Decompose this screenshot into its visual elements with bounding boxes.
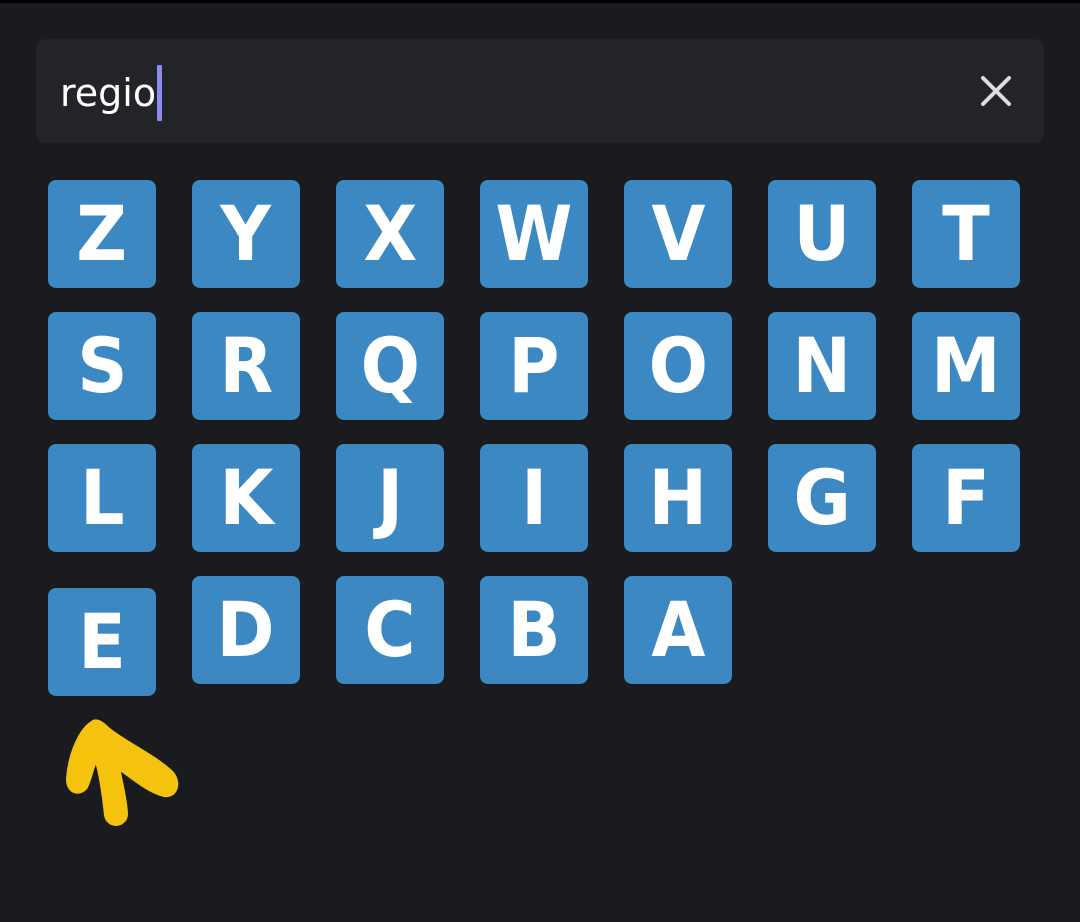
emoji-tile-letter: Y — [220, 189, 272, 278]
emoji-picker: regio Z Y XWVU T S RQPONM L K J I HG F E DC BA — [0, 0, 1080, 922]
emoji-tile-k[interactable]: K — [192, 444, 300, 552]
emoji-tile-g[interactable]: G — [768, 444, 876, 552]
clear-search-button[interactable] — [976, 71, 1016, 111]
emoji-tile-j[interactable]: J — [336, 444, 444, 552]
emoji-tile-n[interactable]: N — [768, 312, 876, 420]
emoji-search-bar[interactable]: regio — [36, 39, 1044, 143]
emoji-tile-letter: R — [219, 321, 273, 410]
emoji-tile-r[interactable]: R — [192, 312, 300, 420]
emoji-tile-f[interactable]: F — [912, 444, 1020, 552]
top-border — [0, 0, 1080, 3]
emoji-tile-letter: V — [650, 189, 706, 278]
emoji-tile-letter: Q — [360, 321, 420, 410]
emoji-tile-letter: A — [650, 585, 706, 674]
emoji-tile-l[interactable]: L — [48, 444, 156, 552]
emoji-tile-letter: G — [793, 453, 851, 542]
emoji-tile-h[interactable]: H — [624, 444, 732, 552]
emoji-tile-letter: B — [507, 585, 561, 674]
emoji-tile-z[interactable]: Z — [48, 180, 156, 288]
emoji-tile-x[interactable]: X — [336, 180, 444, 288]
emoji-tile-letter: M — [931, 321, 1001, 410]
emoji-tile-letter: D — [216, 585, 276, 674]
emoji-tile-letter: J — [376, 453, 404, 542]
emoji-tile-m[interactable]: M — [912, 312, 1020, 420]
emoji-tile-e[interactable]: E — [48, 588, 156, 696]
emoji-tile-letter: T — [942, 189, 990, 278]
emoji-tile-y[interactable]: Y — [192, 180, 300, 288]
emoji-tile-s[interactable]: S — [48, 312, 156, 420]
emoji-tile-o[interactable]: O — [624, 312, 732, 420]
emoji-tile-b[interactable]: B — [480, 576, 588, 684]
emoji-results-grid: Z Y XWVU T S RQPONM L K J I HG F E DC BA — [48, 180, 1028, 700]
emoji-tile-letter: O — [648, 321, 708, 410]
emoji-tile-letter: X — [363, 189, 417, 278]
emoji-tile-letter: I — [520, 453, 548, 542]
emoji-tile-d[interactable]: D — [192, 576, 300, 684]
text-caret — [157, 65, 163, 121]
emoji-tile-letter: Z — [76, 189, 128, 278]
yellow-arrow-pointer-icon — [66, 719, 179, 826]
emoji-tile-letter: U — [793, 189, 851, 278]
emoji-tile-p[interactable]: P — [480, 312, 588, 420]
emoji-tile-t[interactable]: T — [912, 180, 1020, 288]
emoji-tile-a[interactable]: A — [624, 576, 732, 684]
emoji-tile-letter: W — [495, 189, 573, 278]
emoji-tile-letter: L — [79, 453, 125, 542]
emoji-tile-v[interactable]: V — [624, 180, 732, 288]
emoji-tile-i[interactable]: I — [480, 444, 588, 552]
emoji-tile-letter: E — [78, 597, 126, 686]
close-icon — [981, 76, 1011, 106]
search-input-value: regio — [60, 71, 157, 115]
emoji-tile-letter: P — [508, 321, 560, 410]
emoji-tile-c[interactable]: C — [336, 576, 444, 684]
emoji-tile-u[interactable]: U — [768, 180, 876, 288]
emoji-tile-letter: N — [792, 321, 852, 410]
emoji-tile-letter: H — [648, 453, 708, 542]
emoji-tile-letter: K — [218, 453, 274, 542]
emoji-tile-letter: F — [942, 453, 990, 542]
emoji-tile-w[interactable]: W — [480, 180, 588, 288]
emoji-tile-letter: C — [364, 585, 416, 674]
emoji-tile-letter: S — [76, 321, 128, 410]
search-input[interactable]: regio — [60, 65, 163, 121]
emoji-tile-q[interactable]: Q — [336, 312, 444, 420]
